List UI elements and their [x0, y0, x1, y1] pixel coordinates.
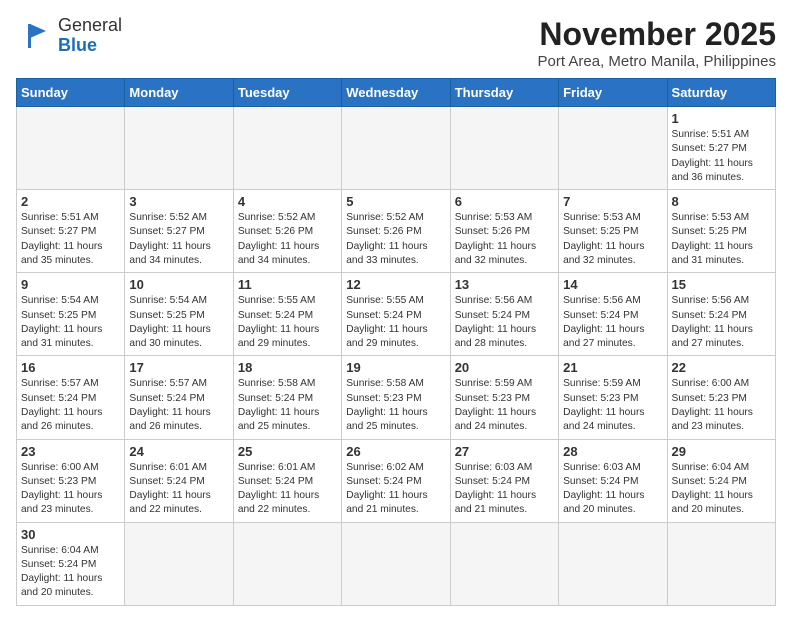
- empty-cell: [125, 107, 233, 190]
- month-title: November 2025: [538, 16, 776, 53]
- empty-cell-last-6: [667, 522, 775, 605]
- day-1: 1 Sunrise: 5:51 AMSunset: 5:27 PMDayligh…: [667, 107, 775, 190]
- calendar-table: Sunday Monday Tuesday Wednesday Thursday…: [16, 78, 776, 606]
- header-monday: Monday: [125, 79, 233, 107]
- logo: General Blue: [16, 16, 122, 56]
- empty-cell-last-2: [233, 522, 341, 605]
- calendar-row-2: 2 Sunrise: 5:51 AMSunset: 5:27 PMDayligh…: [17, 190, 776, 273]
- day-12: 12 Sunrise: 5:55 AMSunset: 5:24 PMDaylig…: [342, 273, 450, 356]
- day-10: 10 Sunrise: 5:54 AMSunset: 5:25 PMDaylig…: [125, 273, 233, 356]
- calendar-row-6: 30 Sunrise: 6:04 AMSunset: 5:24 PMDaylig…: [17, 522, 776, 605]
- day-15: 15 Sunrise: 5:56 AMSunset: 5:24 PMDaylig…: [667, 273, 775, 356]
- calendar-row-5: 23 Sunrise: 6:00 AMSunset: 5:23 PMDaylig…: [17, 439, 776, 522]
- day-19: 19 Sunrise: 5:58 AMSunset: 5:23 PMDaylig…: [342, 356, 450, 439]
- header-friday: Friday: [559, 79, 667, 107]
- day-21: 21 Sunrise: 5:59 AMSunset: 5:23 PMDaylig…: [559, 356, 667, 439]
- day-14: 14 Sunrise: 5:56 AMSunset: 5:24 PMDaylig…: [559, 273, 667, 356]
- header-sunday: Sunday: [17, 79, 125, 107]
- day-16: 16 Sunrise: 5:57 AMSunset: 5:24 PMDaylig…: [17, 356, 125, 439]
- logo-general: General: [58, 15, 122, 35]
- logo-blue: Blue: [58, 35, 97, 55]
- calendar-row-4: 16 Sunrise: 5:57 AMSunset: 5:24 PMDaylig…: [17, 356, 776, 439]
- day-17: 17 Sunrise: 5:57 AMSunset: 5:24 PMDaylig…: [125, 356, 233, 439]
- day-6: 6 Sunrise: 5:53 AMSunset: 5:26 PMDayligh…: [450, 190, 558, 273]
- day-25: 25 Sunrise: 6:01 AMSunset: 5:24 PMDaylig…: [233, 439, 341, 522]
- empty-cell: [233, 107, 341, 190]
- calendar-row-3: 9 Sunrise: 5:54 AMSunset: 5:25 PMDayligh…: [17, 273, 776, 356]
- day-7: 7 Sunrise: 5:53 AMSunset: 5:25 PMDayligh…: [559, 190, 667, 273]
- day-5: 5 Sunrise: 5:52 AMSunset: 5:26 PMDayligh…: [342, 190, 450, 273]
- day-26: 26 Sunrise: 6:02 AMSunset: 5:24 PMDaylig…: [342, 439, 450, 522]
- day-2: 2 Sunrise: 5:51 AMSunset: 5:27 PMDayligh…: [17, 190, 125, 273]
- day-18: 18 Sunrise: 5:58 AMSunset: 5:24 PMDaylig…: [233, 356, 341, 439]
- empty-cell-last-4: [450, 522, 558, 605]
- empty-cell: [17, 107, 125, 190]
- day-11: 11 Sunrise: 5:55 AMSunset: 5:24 PMDaylig…: [233, 273, 341, 356]
- empty-cell-last-1: [125, 522, 233, 605]
- day-8: 8 Sunrise: 5:53 AMSunset: 5:25 PMDayligh…: [667, 190, 775, 273]
- empty-cell: [450, 107, 558, 190]
- day-28: 28 Sunrise: 6:03 AMSunset: 5:24 PMDaylig…: [559, 439, 667, 522]
- day-4: 4 Sunrise: 5:52 AMSunset: 5:26 PMDayligh…: [233, 190, 341, 273]
- header-tuesday: Tuesday: [233, 79, 341, 107]
- empty-cell: [342, 107, 450, 190]
- calendar-row-1: 1 Sunrise: 5:51 AMSunset: 5:27 PMDayligh…: [17, 107, 776, 190]
- day-29: 29 Sunrise: 6:04 AMSunset: 5:24 PMDaylig…: [667, 439, 775, 522]
- weekday-header-row: Sunday Monday Tuesday Wednesday Thursday…: [17, 79, 776, 107]
- day-30: 30 Sunrise: 6:04 AMSunset: 5:24 PMDaylig…: [17, 522, 125, 605]
- logo-text: General Blue: [58, 16, 122, 56]
- day-20: 20 Sunrise: 5:59 AMSunset: 5:23 PMDaylig…: [450, 356, 558, 439]
- day-24: 24 Sunrise: 6:01 AMSunset: 5:24 PMDaylig…: [125, 439, 233, 522]
- header-thursday: Thursday: [450, 79, 558, 107]
- day-23: 23 Sunrise: 6:00 AMSunset: 5:23 PMDaylig…: [17, 439, 125, 522]
- day-3: 3 Sunrise: 5:52 AMSunset: 5:27 PMDayligh…: [125, 190, 233, 273]
- day-22: 22 Sunrise: 6:00 AMSunset: 5:23 PMDaylig…: [667, 356, 775, 439]
- day-27: 27 Sunrise: 6:03 AMSunset: 5:24 PMDaylig…: [450, 439, 558, 522]
- empty-cell-last-3: [342, 522, 450, 605]
- empty-cell-last-5: [559, 522, 667, 605]
- page-header: General Blue November 2025 Port Area, Me…: [16, 16, 776, 70]
- title-block: November 2025 Port Area, Metro Manila, P…: [538, 16, 776, 70]
- empty-cell: [559, 107, 667, 190]
- header-wednesday: Wednesday: [342, 79, 450, 107]
- day-9: 9 Sunrise: 5:54 AMSunset: 5:25 PMDayligh…: [17, 273, 125, 356]
- header-saturday: Saturday: [667, 79, 775, 107]
- logo-icon: [16, 18, 52, 54]
- location-subtitle: Port Area, Metro Manila, Philippines: [538, 53, 776, 70]
- day-13: 13 Sunrise: 5:56 AMSunset: 5:24 PMDaylig…: [450, 273, 558, 356]
